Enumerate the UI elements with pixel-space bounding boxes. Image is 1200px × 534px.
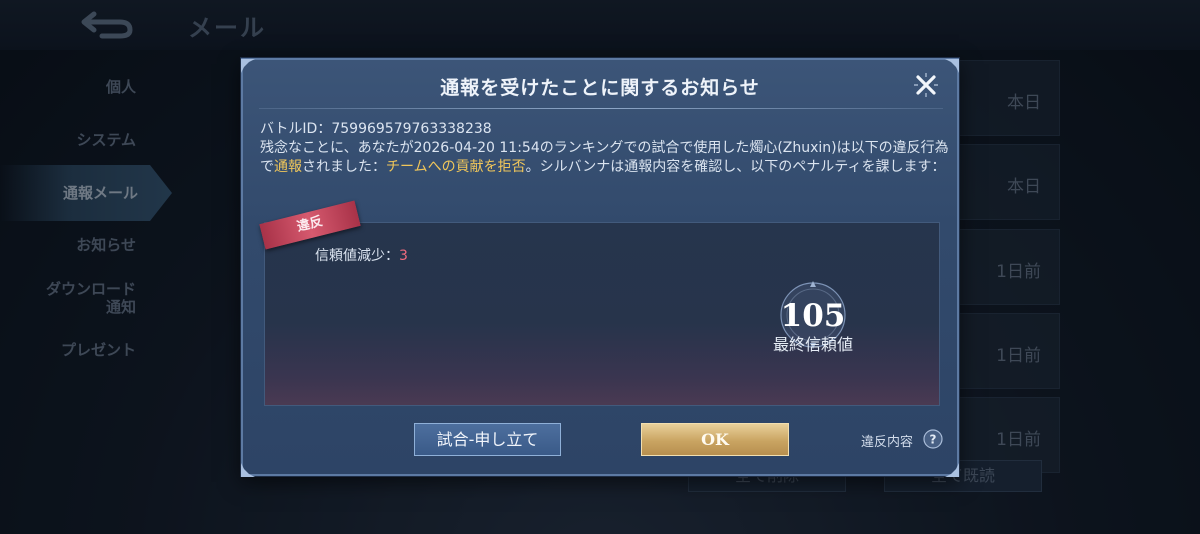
corner-ornament-icon [241,58,255,73]
svg-text:?: ? [930,433,937,447]
corner-ornament-icon [945,58,959,73]
final-trust-score: 105 [780,298,846,334]
report-body: 残念なことに、あなたが2026-04-20 11:54のランキングでの試合で使用… [260,139,950,177]
match-appeal-button[interactable]: 試合-申し立て [414,423,561,456]
battle-id-value: 759969579763338238 [331,121,492,137]
penalty-value: 3 [399,248,408,264]
penalty-line: 信頼値減少：3 [315,245,408,265]
help-icon[interactable]: ? [923,429,943,449]
report-text-3: 。シルバンナは通報内容を確認し、以下のペナルティを課します： [525,159,946,175]
violation-type: チームへの貢献を拒否 [386,159,526,175]
corner-ornament-icon [945,462,959,477]
title-divider [259,108,943,109]
dialog-title: 通報を受けたことに関するお知らせ [440,77,760,99]
penalty-panel: 信頼値減少：3 105 最終信頼値 [264,222,940,406]
battle-id-line: バトルID：759969579763338238 [260,120,950,139]
report-keyword: 通報 [274,159,302,175]
report-text-2: されました： [302,159,386,175]
report-message: バトルID：759969579763338238 残念なことに、あなたが2026… [260,120,950,177]
corner-ornament-icon [241,462,255,477]
close-button[interactable] [911,70,941,100]
penalty-label: 信頼値減少： [315,248,399,264]
violation-details-link[interactable]: 違反内容 [861,431,913,450]
battle-id-label: バトルID： [260,121,332,137]
final-trust-label: 最終信頼値 [772,335,853,354]
ok-button[interactable]: OK [641,423,789,456]
close-icon [914,73,938,97]
report-notice-dialog: 通報を受けたことに関するお知らせ バトルID：75996957976333823… [241,58,959,477]
